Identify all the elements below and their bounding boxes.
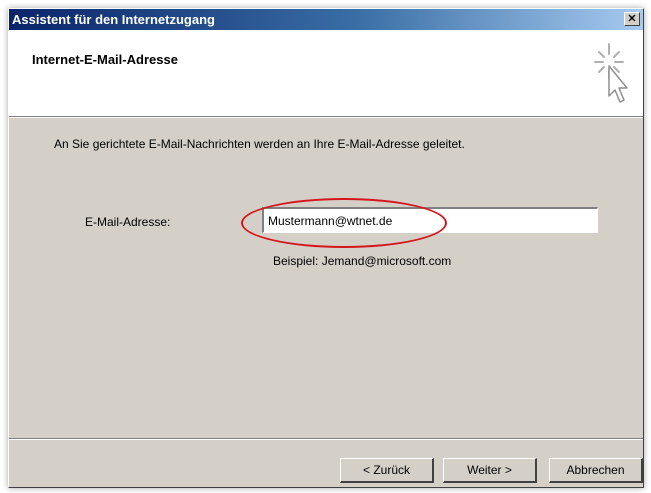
title-bar[interactable]: Assistent für den Internetzugang ✕	[9, 9, 643, 30]
wizard-cursor-icon	[594, 43, 628, 103]
back-button[interactable]: < Zurück	[340, 458, 434, 483]
cancel-button[interactable]: Abbrechen	[549, 458, 643, 483]
intro-text: An Sie gerichtete E-Mail-Nachrichten wer…	[54, 137, 465, 151]
example-text: Beispiel: Jemand@microsoft.com	[273, 254, 452, 268]
header-separator	[9, 117, 643, 118]
footer-divider-highlight	[9, 439, 643, 440]
close-button[interactable]: ✕	[624, 12, 640, 26]
wizard-dialog: Assistent für den Internetzugang ✕ Inter…	[8, 8, 644, 488]
wizard-header: Internet-E-Mail-Adresse	[9, 30, 643, 117]
window-title: Assistent für den Internetzugang	[12, 12, 215, 27]
page-title: Internet-E-Mail-Adresse	[32, 52, 178, 67]
email-address-input[interactable]	[262, 207, 598, 233]
email-address-label: E-Mail-Adresse:	[85, 215, 171, 229]
next-button[interactable]: Weiter >	[443, 458, 537, 483]
close-icon: ✕	[627, 13, 637, 25]
